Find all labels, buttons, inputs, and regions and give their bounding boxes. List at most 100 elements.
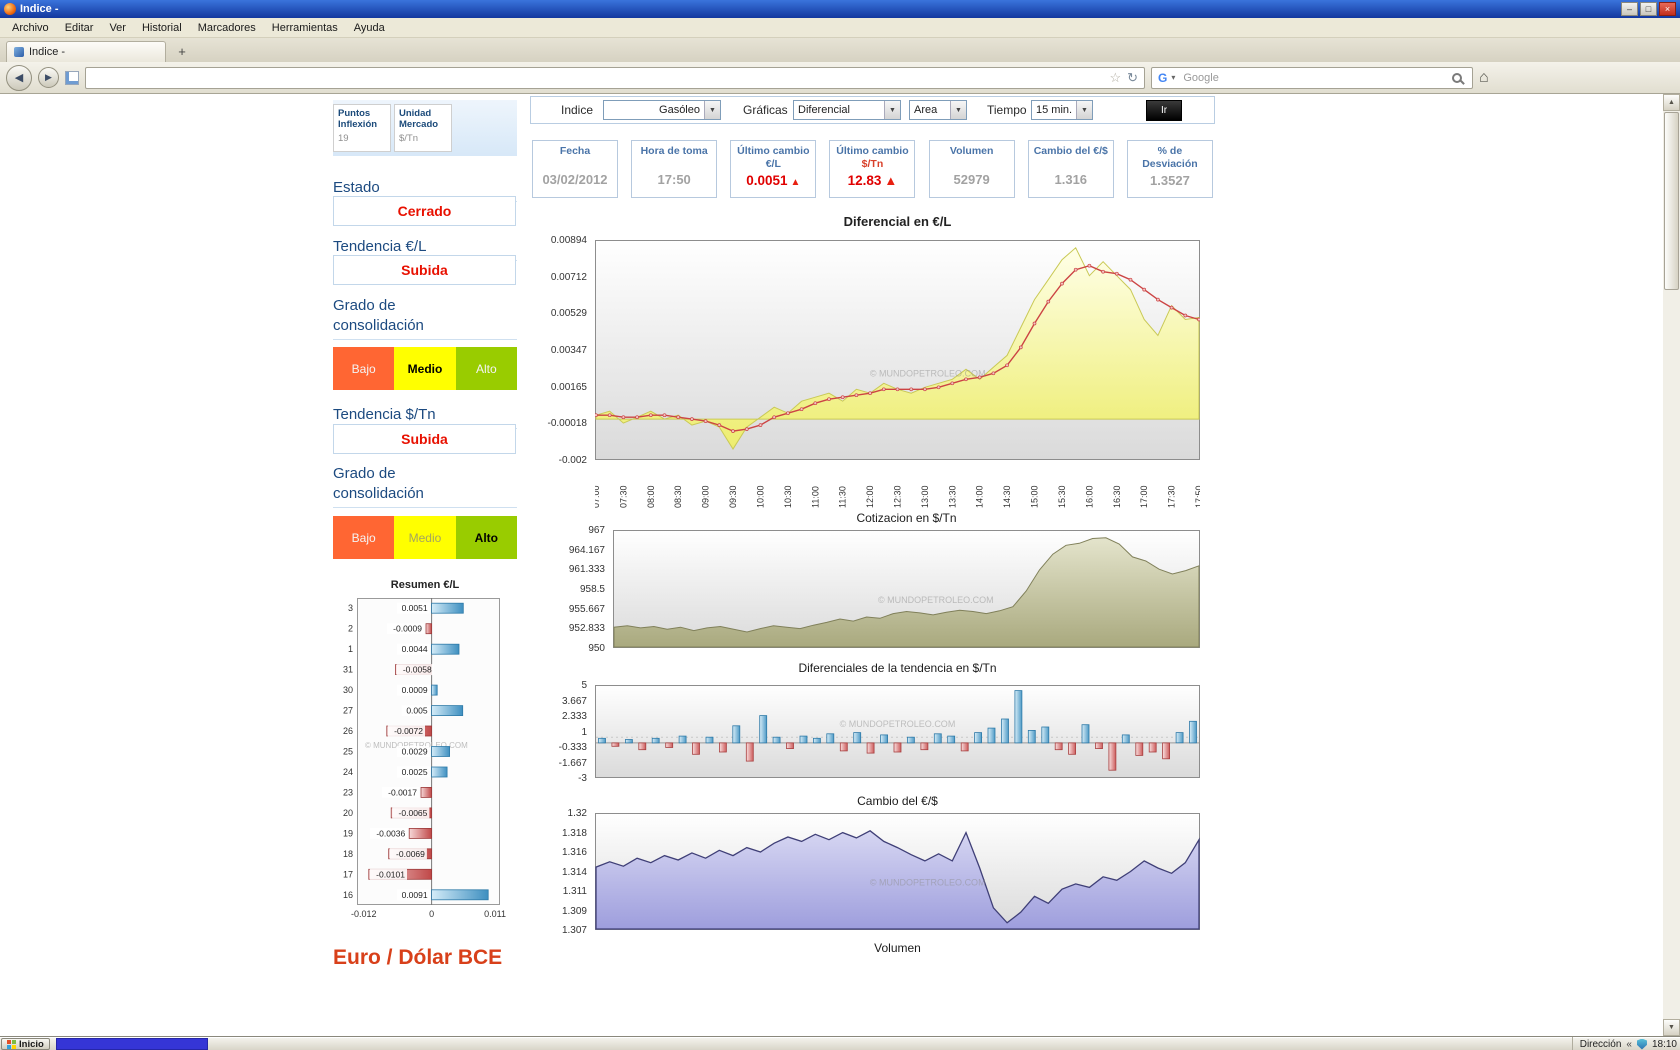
- menu-ver[interactable]: Ver: [101, 20, 134, 36]
- grado-button-alto[interactable]: Alto: [456, 516, 517, 559]
- svg-text:15:30: 15:30: [1057, 485, 1067, 508]
- svg-text:18: 18: [343, 849, 353, 859]
- y-tick: -0.333: [559, 742, 587, 753]
- svg-text:16:00: 16:00: [1084, 485, 1094, 508]
- navigation-bar: ◀ ▶ ☆ ↻ G ▾ Google ⌂: [0, 62, 1680, 94]
- window-titlebar[interactable]: Indice - – □ ×: [0, 0, 1680, 18]
- grado-button-bajo[interactable]: Bajo: [333, 516, 394, 559]
- plot-area: © MUNDOPETROLEO.COM: [613, 530, 1200, 648]
- svg-text:09:30: 09:30: [728, 485, 738, 508]
- url-bar[interactable]: ☆ ↻: [85, 67, 1145, 89]
- plot-area: © MUNDOPETROLEO.COM: [595, 685, 1200, 778]
- search-engine-dropdown-icon[interactable]: ▾: [1171, 73, 1175, 82]
- tipo-select-value: Area: [910, 104, 950, 116]
- taskbar-window-item[interactable]: [56, 1038, 208, 1050]
- grado-button-medio[interactable]: Medio: [394, 516, 455, 559]
- estado-value: Cerrado: [333, 196, 516, 226]
- reload-icon[interactable]: ↻: [1127, 70, 1138, 86]
- chevron-icon[interactable]: «: [1626, 1039, 1632, 1050]
- taskbar: Inicio Dirección « 18:10: [0, 1036, 1680, 1050]
- chart-cotizacion: Cotizacion en $/Tn 967964.167961.333958.…: [530, 511, 1215, 661]
- start-button[interactable]: Inicio: [1, 1038, 50, 1050]
- svg-text:14:00: 14:00: [975, 485, 985, 508]
- close-button[interactable]: ×: [1659, 2, 1676, 16]
- chart-cambio: Cambio del €/$ 1.321.3181.3161.3141.3111…: [530, 794, 1215, 939]
- y-tick: 1.32: [568, 808, 587, 819]
- new-tab-button[interactable]: +: [170, 43, 194, 61]
- menu-archivo[interactable]: Archivo: [4, 20, 57, 36]
- graficas-select[interactable]: Diferencial ▼: [793, 100, 901, 120]
- info-box: Volumen52979: [929, 140, 1015, 198]
- menu-ayuda[interactable]: Ayuda: [346, 20, 393, 36]
- info-box: Último cambio€/L0.0051▲: [730, 140, 816, 198]
- ir-button[interactable]: Ir: [1146, 100, 1182, 121]
- tab-indice[interactable]: Indice -: [6, 41, 166, 62]
- chart-title-diferencial: Diferencial en €/L: [595, 214, 1200, 229]
- home-button[interactable]: ⌂: [1479, 69, 1489, 87]
- scroll-up-icon[interactable]: ▲: [1663, 94, 1680, 111]
- svg-text:08:00: 08:00: [646, 485, 656, 508]
- grado-button-medio[interactable]: Medio: [394, 347, 455, 390]
- taskbar-clock[interactable]: 18:10: [1652, 1039, 1677, 1050]
- bookmark-star-icon[interactable]: ☆: [1109, 70, 1121, 86]
- scroll-down-icon[interactable]: ▼: [1663, 1019, 1680, 1036]
- info-box-value: 03/02/2012: [533, 172, 617, 187]
- svg-text:31: 31: [343, 665, 353, 675]
- svg-text:3: 3: [348, 603, 353, 613]
- maximize-button[interactable]: □: [1640, 2, 1657, 16]
- search-icon[interactable]: [1452, 73, 1462, 83]
- info-box-label: Hora de toma: [632, 141, 716, 170]
- y-tick: 0.00712: [551, 272, 587, 283]
- address-toolbar-label[interactable]: Dirección: [1580, 1039, 1622, 1050]
- tipo-select[interactable]: Area ▼: [909, 100, 967, 120]
- svg-text:16: 16: [343, 890, 353, 900]
- search-box[interactable]: G ▾ Google: [1151, 67, 1473, 89]
- menu-historial[interactable]: Historial: [134, 20, 190, 36]
- svg-text:15:00: 15:00: [1030, 485, 1040, 508]
- svg-text:-0.0101: -0.0101: [376, 869, 405, 879]
- svg-text:© MUNDOPETROLEO.COM: © MUNDOPETROLEO.COM: [870, 368, 986, 378]
- indice-select[interactable]: Gasóleo ▼: [603, 100, 721, 120]
- info-box: % deDesviación1.3527: [1127, 140, 1213, 198]
- tendencia-usd-value: Subida: [333, 424, 516, 454]
- y-tick: 3.667: [562, 696, 587, 707]
- stats-panel: PuntosInflexión19UnidadMercado$/Tn: [333, 100, 517, 156]
- menu-herramientas[interactable]: Herramientas: [264, 20, 346, 36]
- tiempo-select[interactable]: 15 min. ▼: [1031, 100, 1093, 120]
- grado-eur-label-line1: Grado de: [333, 296, 517, 316]
- forward-button[interactable]: ▶: [38, 67, 59, 88]
- grado-button-alto[interactable]: Alto: [456, 347, 517, 390]
- x-axis-labels: 07:0007:3008:0008:3009:0009:3010:0010:30…: [595, 464, 1200, 510]
- svg-text:2: 2: [348, 624, 353, 634]
- info-boxes-row: Fecha 03/02/2012 Hora de toma 17:50 Último c…: [532, 140, 1213, 200]
- info-box-label: Volumen: [930, 141, 1014, 170]
- svg-text:30: 30: [343, 685, 353, 695]
- minimize-button[interactable]: –: [1621, 2, 1638, 16]
- y-tick: 961.333: [569, 564, 605, 575]
- grado-button-bajo[interactable]: Bajo: [333, 347, 394, 390]
- info-box-value: 17:50: [632, 172, 716, 187]
- svg-text:20: 20: [343, 808, 353, 818]
- menu-bar: ArchivoEditarVerHistorialMarcadoresHerra…: [0, 18, 1680, 38]
- menu-marcadores[interactable]: Marcadores: [190, 20, 264, 36]
- security-shield-icon[interactable]: [1637, 1039, 1647, 1050]
- svg-text:11:30: 11:30: [838, 486, 848, 508]
- desktop-screen: Indice - – □ × ArchivoEditarVerHistorial…: [0, 0, 1680, 1050]
- info-box-label: Fecha: [533, 141, 617, 170]
- up-arrow-icon: ▲: [884, 173, 897, 188]
- page-icon[interactable]: [65, 71, 79, 85]
- svg-text:26: 26: [343, 726, 353, 736]
- y-tick: 1.316: [562, 847, 587, 858]
- menu-editar[interactable]: Editar: [57, 20, 102, 36]
- chart-title-cotizacion: Cotizacion en $/Tn: [613, 511, 1200, 525]
- back-button[interactable]: ◀: [6, 65, 32, 91]
- svg-text:0: 0: [429, 909, 434, 919]
- window-title: Indice -: [20, 3, 1621, 15]
- y-tick: 955.667: [569, 604, 605, 615]
- svg-text:07:30: 07:30: [618, 485, 628, 508]
- y-tick: -1.667: [559, 758, 587, 769]
- sidebar: PuntosInflexión19UnidadMercado$/Tn Estad…: [333, 94, 517, 1036]
- vertical-scrollbar[interactable]: ▲ ▼: [1663, 94, 1680, 1036]
- scroll-thumb[interactable]: [1664, 112, 1679, 290]
- search-placeholder: Google: [1179, 72, 1448, 84]
